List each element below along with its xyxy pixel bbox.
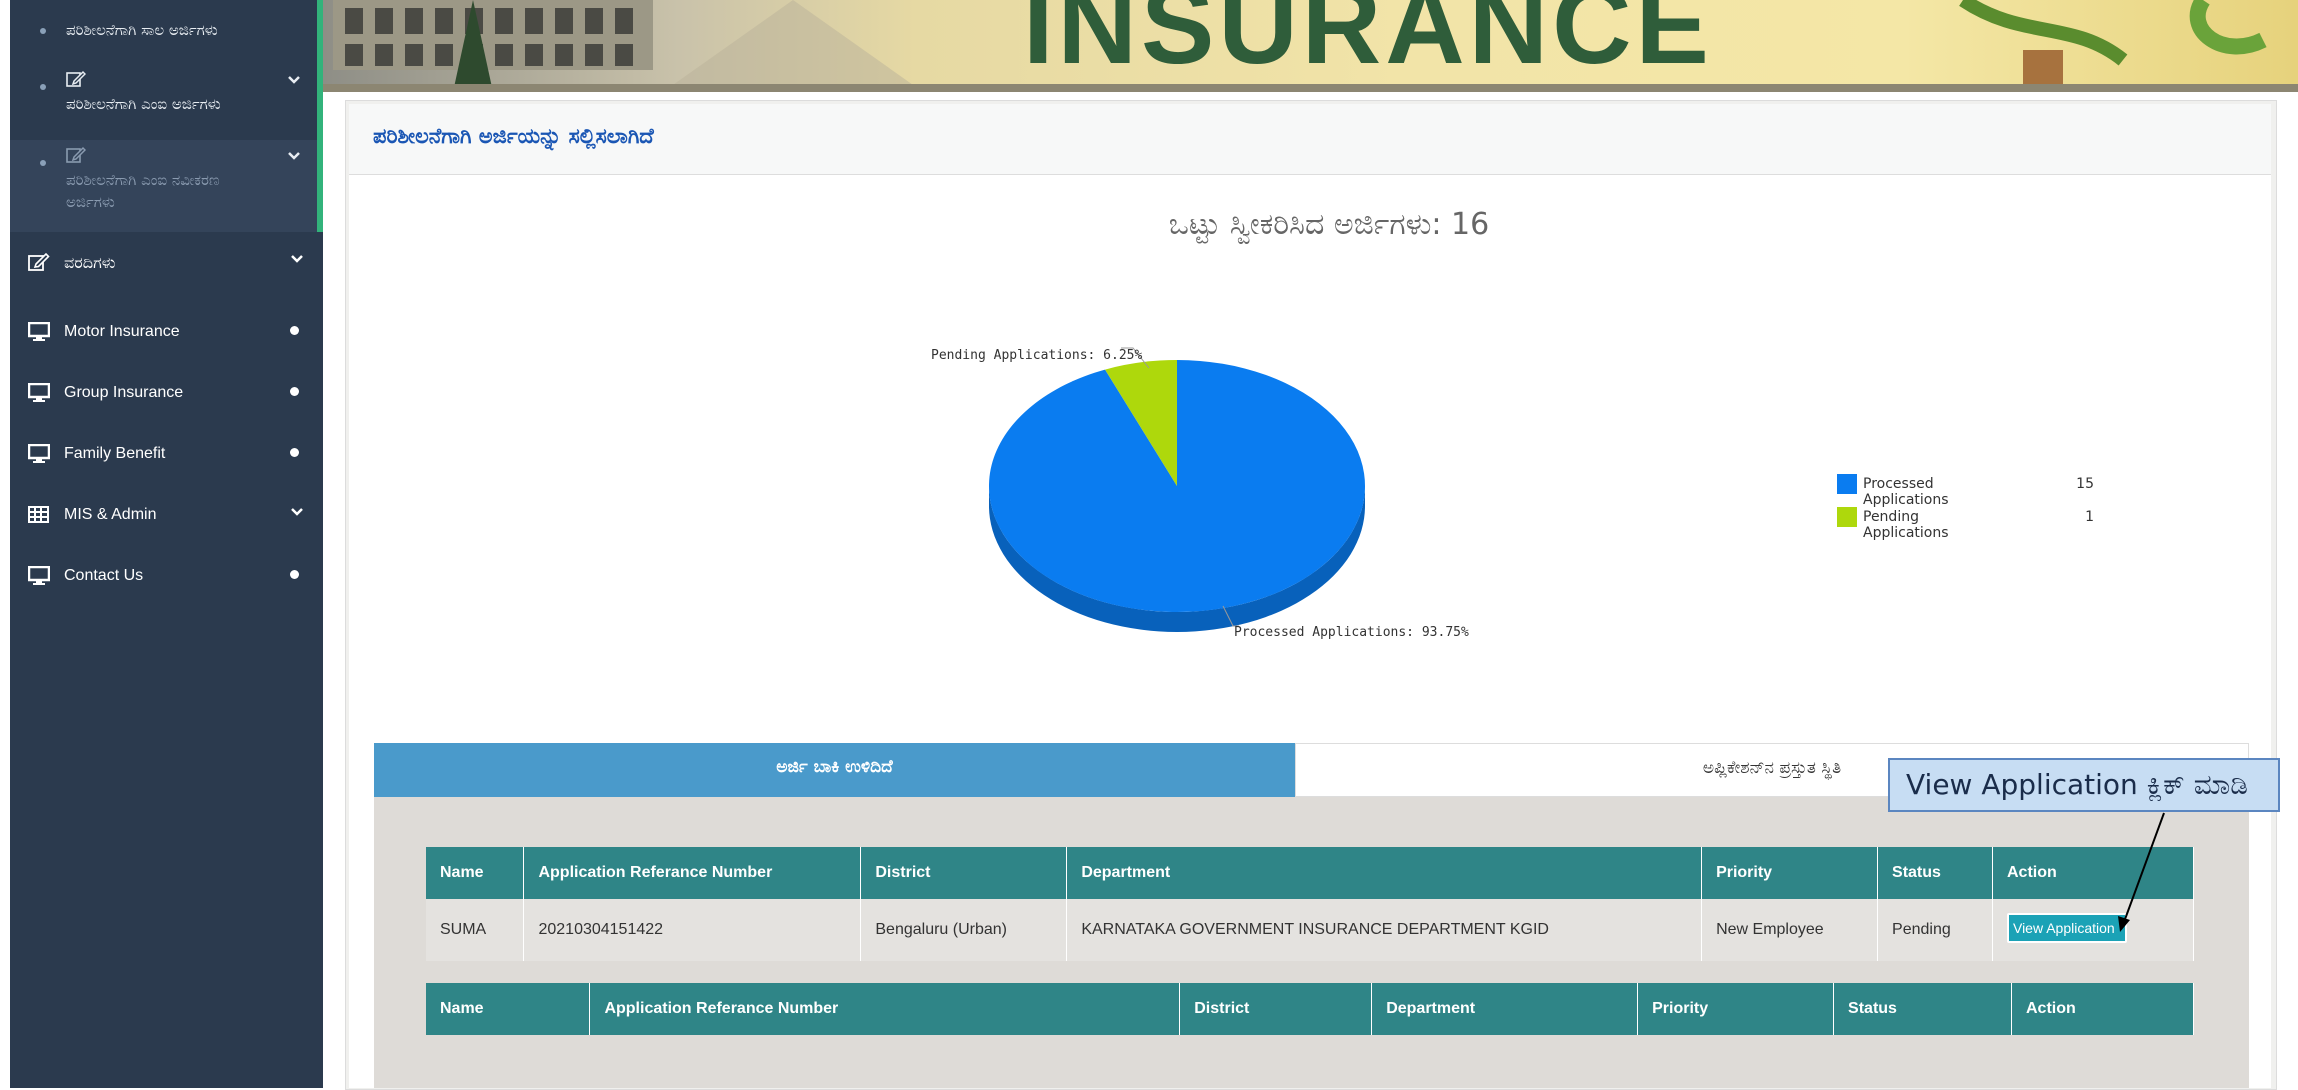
col-header-district[interactable]: District [1179,983,1373,1035]
table-header-row: Name Application Referance Number Distri… [426,983,2194,1035]
nav-motor-insurance[interactable]: Motor Insurance [10,312,317,352]
view-application-button[interactable]: View Application [2006,912,2127,943]
monitor-icon [27,382,51,408]
chevron-down-icon [290,251,304,267]
pie-label-processed: Processed Applications: 93.75% [1234,625,1469,640]
bullet-icon [290,443,299,460]
col-header-action[interactable]: Action [2011,983,2194,1035]
cell-action: View Application [1992,899,2195,961]
banner-title: INSURANCE [1023,0,1713,87]
bullet-icon [40,84,46,90]
monitor-icon [27,321,51,347]
cell-status: Pending [1877,899,1993,961]
edit-icon [66,70,87,92]
panel-title: ಪರಿಶೀಲನೆಗಾಗಿ ಅರ್ಜಿಯನ್ನು ಸಲ್ಲಿಸಲಾಗಿದೆ [373,124,654,148]
legend-swatch-processed [1837,474,1857,494]
table-area: Name Application Referance Number Distri… [374,797,2249,1088]
table-header-row: Name Application Referance Number Distri… [426,847,2195,899]
col-header-priority[interactable]: Priority [1637,983,1835,1035]
edit-icon [66,146,87,168]
col-header-name[interactable]: Name [426,983,591,1035]
legend-swatch-pending [1837,507,1857,527]
nav-mis-admin[interactable]: MIS & Admin [10,495,317,535]
edit-icon [28,252,50,277]
col-header-action[interactable]: Action [1992,847,2195,899]
application-status-table: Name Application Referance Number Distri… [426,983,2194,1035]
sidebar-subitem-mi-renewal-applications[interactable]: ಪರಿಶೀಲನೆಗಾಗಿ ಎಂಐ ನವೀಕರಣ ಅರ್ಜಿಗಳು [10,140,317,232]
monitor-icon [27,443,51,469]
cell-department: KARNATAKA GOVERNMENT INSURANCE DEPARTMEN… [1066,899,1703,961]
col-header-district[interactable]: District [860,847,1068,899]
nav-contact-us[interactable]: Contact Us [10,556,317,596]
nav-group-insurance[interactable]: Group Insurance [10,373,317,413]
tab-pending-applications[interactable]: ಅರ್ಜಿ ಬಾಕಿ ಉಳಿದಿದೆ [374,743,1295,797]
chevron-down-icon [290,504,304,520]
sidebar-subitem-mi-applications[interactable]: ಪರಿಶೀಲನೆಗಾಗಿ ಎಂಐ ಅರ್ಜಿಗಳು [10,64,317,134]
pending-applications-table: Name Application Referance Number Distri… [426,847,2195,961]
bullet-icon [290,565,299,582]
col-header-priority[interactable]: Priority [1701,847,1879,899]
col-header-department[interactable]: Department [1066,847,1703,899]
nav-family-benefit[interactable]: Family Benefit [10,434,317,474]
pie-label-pending: Pending Applications: 6.25% [931,348,1143,363]
cell-priority: New Employee [1701,899,1879,961]
col-header-department[interactable]: Department [1371,983,1639,1035]
col-header-status[interactable]: Status [1877,847,1993,899]
col-header-name[interactable]: Name [426,847,525,899]
bullet-icon [290,382,299,399]
bullet-icon [40,160,46,166]
sidebar: ಪರಿಶೀಲನೆಗಾಗಿ ಸಾಲ ಅರ್ಜಿಗಳು ಪರಿಶೀಲನೆಗಾಗಿ ಎ… [0,0,323,1088]
sidebar-subitem-loan-applications[interactable]: ಪರಿಶೀಲನೆಗಾಗಿ ಸಾಲ ಅರ್ಜಿಗಳು [10,0,317,52]
bullet-icon [40,28,46,34]
panel-header: ಪರಿಶೀಲನೆಗಾಗಿ ಅರ್ಜಿಯನ್ನು ಸಲ್ಲಿಸಲಾಗಿದೆ [349,104,2271,175]
cell-name: SUMA [426,899,525,961]
bullet-icon [290,321,299,338]
chevron-down-icon [287,150,301,165]
col-header-reference[interactable]: Application Referance Number [523,847,862,899]
instruction-callout: View Application ಕ್ಲಿಕ್ ಮಾಡಿ [1888,758,2280,812]
nav-reports[interactable]: ವರದಿಗಳು [10,242,317,282]
col-header-reference[interactable]: Application Referance Number [589,983,1181,1035]
table-row: SUMA 20210304151422 Bengaluru (Urban) KA… [426,899,2195,961]
col-header-status[interactable]: Status [1833,983,2012,1035]
cell-district: Bengaluru (Urban) [860,899,1068,961]
monitor-icon [27,565,51,591]
chevron-down-icon [287,74,301,89]
sidebar-edge [0,0,10,1088]
grid-icon [28,505,50,530]
pie-chart [988,347,1365,632]
header-banner: INSURANCE [323,0,2298,92]
cell-reference: 20210304151422 [523,899,862,961]
